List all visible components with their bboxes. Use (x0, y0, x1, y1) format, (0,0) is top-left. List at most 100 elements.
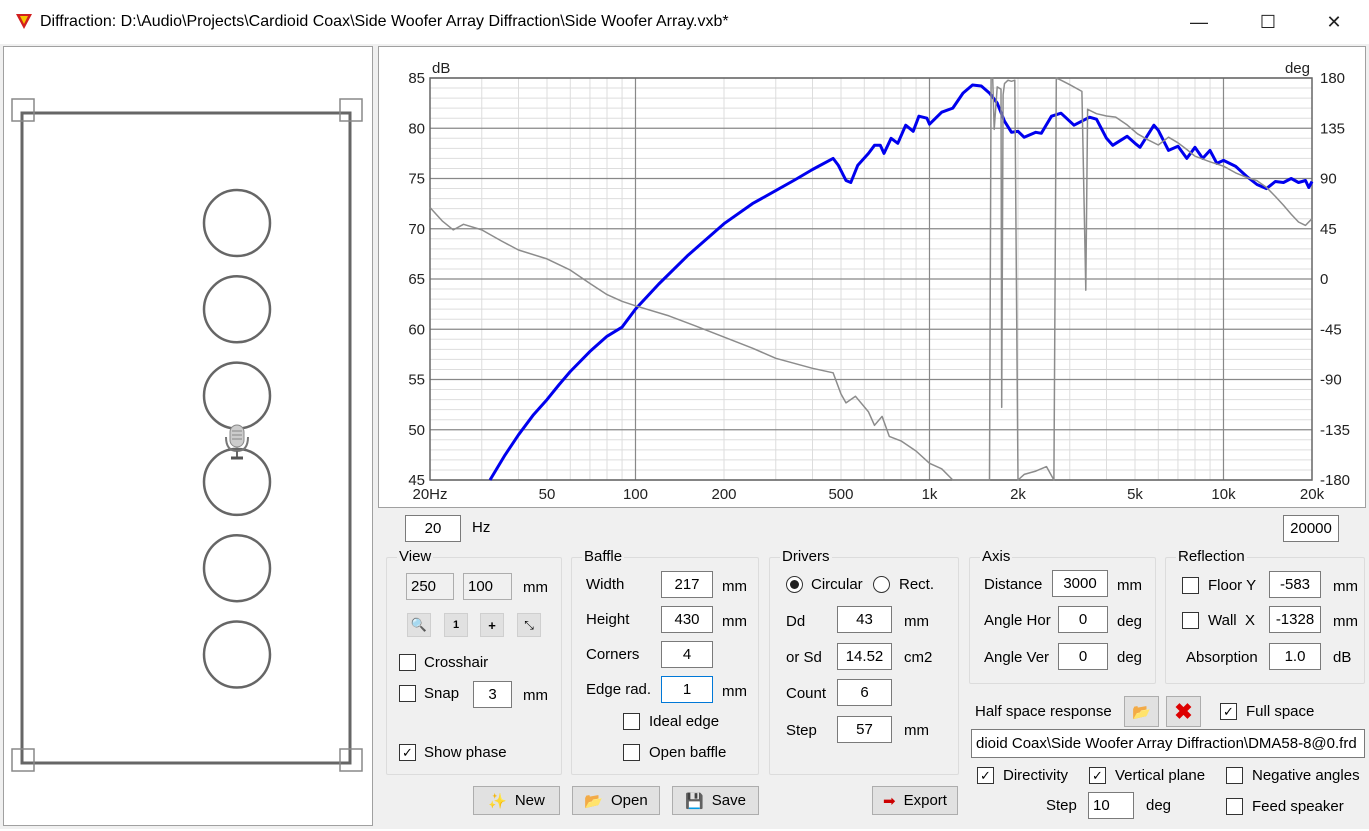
export-button[interactable]: ➡ Export (872, 786, 958, 815)
dd-input[interactable]: 43 (837, 606, 892, 633)
zoom-in-icon: + (488, 617, 496, 633)
sd-input[interactable]: 14.52 (837, 643, 892, 670)
distance-unit: mm (1117, 577, 1142, 594)
y-tick-label-left: 75 (408, 171, 425, 188)
response-file-path[interactable]: dioid Coax\Side Woofer Array Diffraction… (971, 729, 1365, 758)
floor-label: Floor Y (1208, 577, 1257, 594)
zoom-in-button[interactable]: + (480, 613, 504, 637)
circular-label: Circular (811, 576, 863, 593)
view-y-field: 100 (463, 573, 512, 600)
min-frequency-input[interactable]: 20 (405, 515, 461, 542)
minimize-icon: — (1190, 11, 1208, 32)
edge-radius-input[interactable]: 1 (661, 676, 713, 703)
baffle-drawing[interactable] (4, 47, 374, 827)
export-button-label: Export (903, 792, 947, 809)
y-tick-label-right: 90 (1320, 171, 1337, 188)
y-tick-label-right: 0 (1320, 271, 1328, 288)
magic-wand-icon: ✨ (488, 792, 507, 810)
clear-response-button[interactable]: ✖ (1166, 696, 1201, 727)
x-tick-label: 10k (1211, 486, 1236, 503)
microphone-icon (225, 424, 249, 460)
x-tick-label: 500 (828, 486, 853, 503)
chart-svg: 85807570656055504518013590450-45-90-135-… (408, 60, 1350, 503)
half-space-label: Half space response (975, 703, 1112, 720)
maximize-button[interactable]: ☐ (1245, 8, 1291, 36)
fit-icon: ⤡ (524, 617, 534, 632)
wall-input[interactable]: -1328 (1269, 606, 1321, 633)
edge-radius-unit: mm (722, 683, 747, 700)
feed-speaker-checkbox[interactable] (1226, 798, 1243, 815)
x-tick-label: 1k (922, 486, 938, 503)
circular-radio[interactable] (786, 576, 803, 593)
count-input[interactable]: 6 (837, 679, 892, 706)
zoom-reset-button[interactable]: 1 (444, 613, 468, 637)
axis-group-title: Axis (980, 548, 1013, 565)
snap-checkbox[interactable] (399, 685, 416, 702)
step-unit: mm (904, 722, 929, 739)
wall-label: Wall X (1208, 612, 1255, 629)
snap-input[interactable]: 3 (473, 681, 512, 708)
x-tick-label: 5k (1127, 486, 1143, 503)
angle-hor-unit: deg (1117, 613, 1143, 630)
export-arrow-icon: ➡ (883, 792, 896, 810)
ideal-edge-label: Ideal edge (649, 713, 720, 730)
absorption-unit: dB (1333, 649, 1352, 666)
baffle-outline (20, 111, 352, 765)
open-button[interactable]: 📂 Open (572, 786, 660, 815)
drivers-group-title: Drivers (780, 548, 832, 565)
negative-angles-checkbox[interactable] (1226, 767, 1243, 784)
minimize-button[interactable]: — (1176, 8, 1222, 36)
baffle-group-title: Baffle (582, 548, 625, 565)
zoom-out-button[interactable]: 🔍 (407, 613, 431, 637)
fit-view-button[interactable]: ⤡ (517, 613, 541, 637)
directivity-check-mark: ✓ (980, 768, 991, 783)
rect-radio[interactable] (873, 576, 890, 593)
absorption-input[interactable]: 1.0 (1269, 643, 1321, 670)
crosshair-checkbox[interactable] (399, 654, 416, 671)
dd-label: Dd (786, 613, 806, 630)
y-tick-label-left: 70 (408, 221, 425, 238)
ideal-edge-checkbox[interactable] (623, 713, 640, 730)
new-button[interactable]: ✨ New (473, 786, 560, 815)
directivity-step-input[interactable]: 10 (1088, 792, 1134, 819)
show-phase-checkbox[interactable]: ✓ (399, 744, 416, 761)
vertical-plane-checkbox[interactable]: ✓ (1089, 767, 1106, 784)
wall-unit: mm (1333, 613, 1358, 630)
absorption-label: Absorption (1186, 649, 1258, 666)
distance-input[interactable]: 3000 (1052, 570, 1108, 597)
zoom-out-icon: 🔍 (410, 617, 428, 632)
open-baffle-checkbox[interactable] (623, 744, 640, 761)
close-button[interactable]: ✕ (1311, 8, 1357, 36)
floor-input[interactable]: -583 (1269, 571, 1321, 598)
full-space-checkbox[interactable]: ✓ (1220, 703, 1237, 720)
width-unit: mm (722, 578, 747, 595)
step-input[interactable]: 57 (837, 716, 892, 743)
min-frequency-unit: Hz (472, 519, 491, 536)
frequency-response-chart[interactable]: 85 80 75 70 65 60 55 50 45 180 135 90 45 0 -45 -90 -135-… (378, 46, 1366, 508)
height-input[interactable]: 430 (661, 606, 713, 633)
x-tick-label: 2k (1010, 486, 1026, 503)
width-input[interactable]: 217 (661, 571, 713, 598)
floor-checkbox[interactable] (1182, 577, 1199, 594)
y-tick-label-right: 45 (1320, 221, 1337, 238)
baffle-view[interactable] (3, 46, 373, 826)
angle-ver-input[interactable]: 0 (1058, 643, 1108, 670)
show-phase-check-mark: ✓ (402, 745, 413, 760)
y-tick-label-left: 80 (408, 120, 425, 137)
y-axis-label-left: dB (432, 60, 450, 77)
vertical-plane-check-mark: ✓ (1092, 768, 1103, 783)
corners-input[interactable]: 4 (661, 641, 713, 668)
angle-hor-input[interactable]: 0 (1058, 606, 1108, 633)
load-response-button[interactable]: 📂 (1124, 696, 1159, 727)
wall-checkbox[interactable] (1182, 612, 1199, 629)
full-space-label: Full space (1246, 703, 1315, 720)
max-frequency-input[interactable]: 20000 (1283, 515, 1339, 542)
angle-ver-label: Angle Ver (984, 649, 1050, 666)
y-tick-label-left: 50 (408, 422, 425, 439)
directivity-checkbox[interactable]: ✓ (977, 767, 994, 784)
y-tick-label-right: 180 (1320, 70, 1345, 87)
save-button[interactable]: 💾 Save (672, 786, 759, 815)
maximize-icon: ☐ (1259, 11, 1277, 32)
edge-radius-label: Edge rad. (586, 681, 652, 698)
x-tick-label: 20Hz (412, 486, 447, 503)
